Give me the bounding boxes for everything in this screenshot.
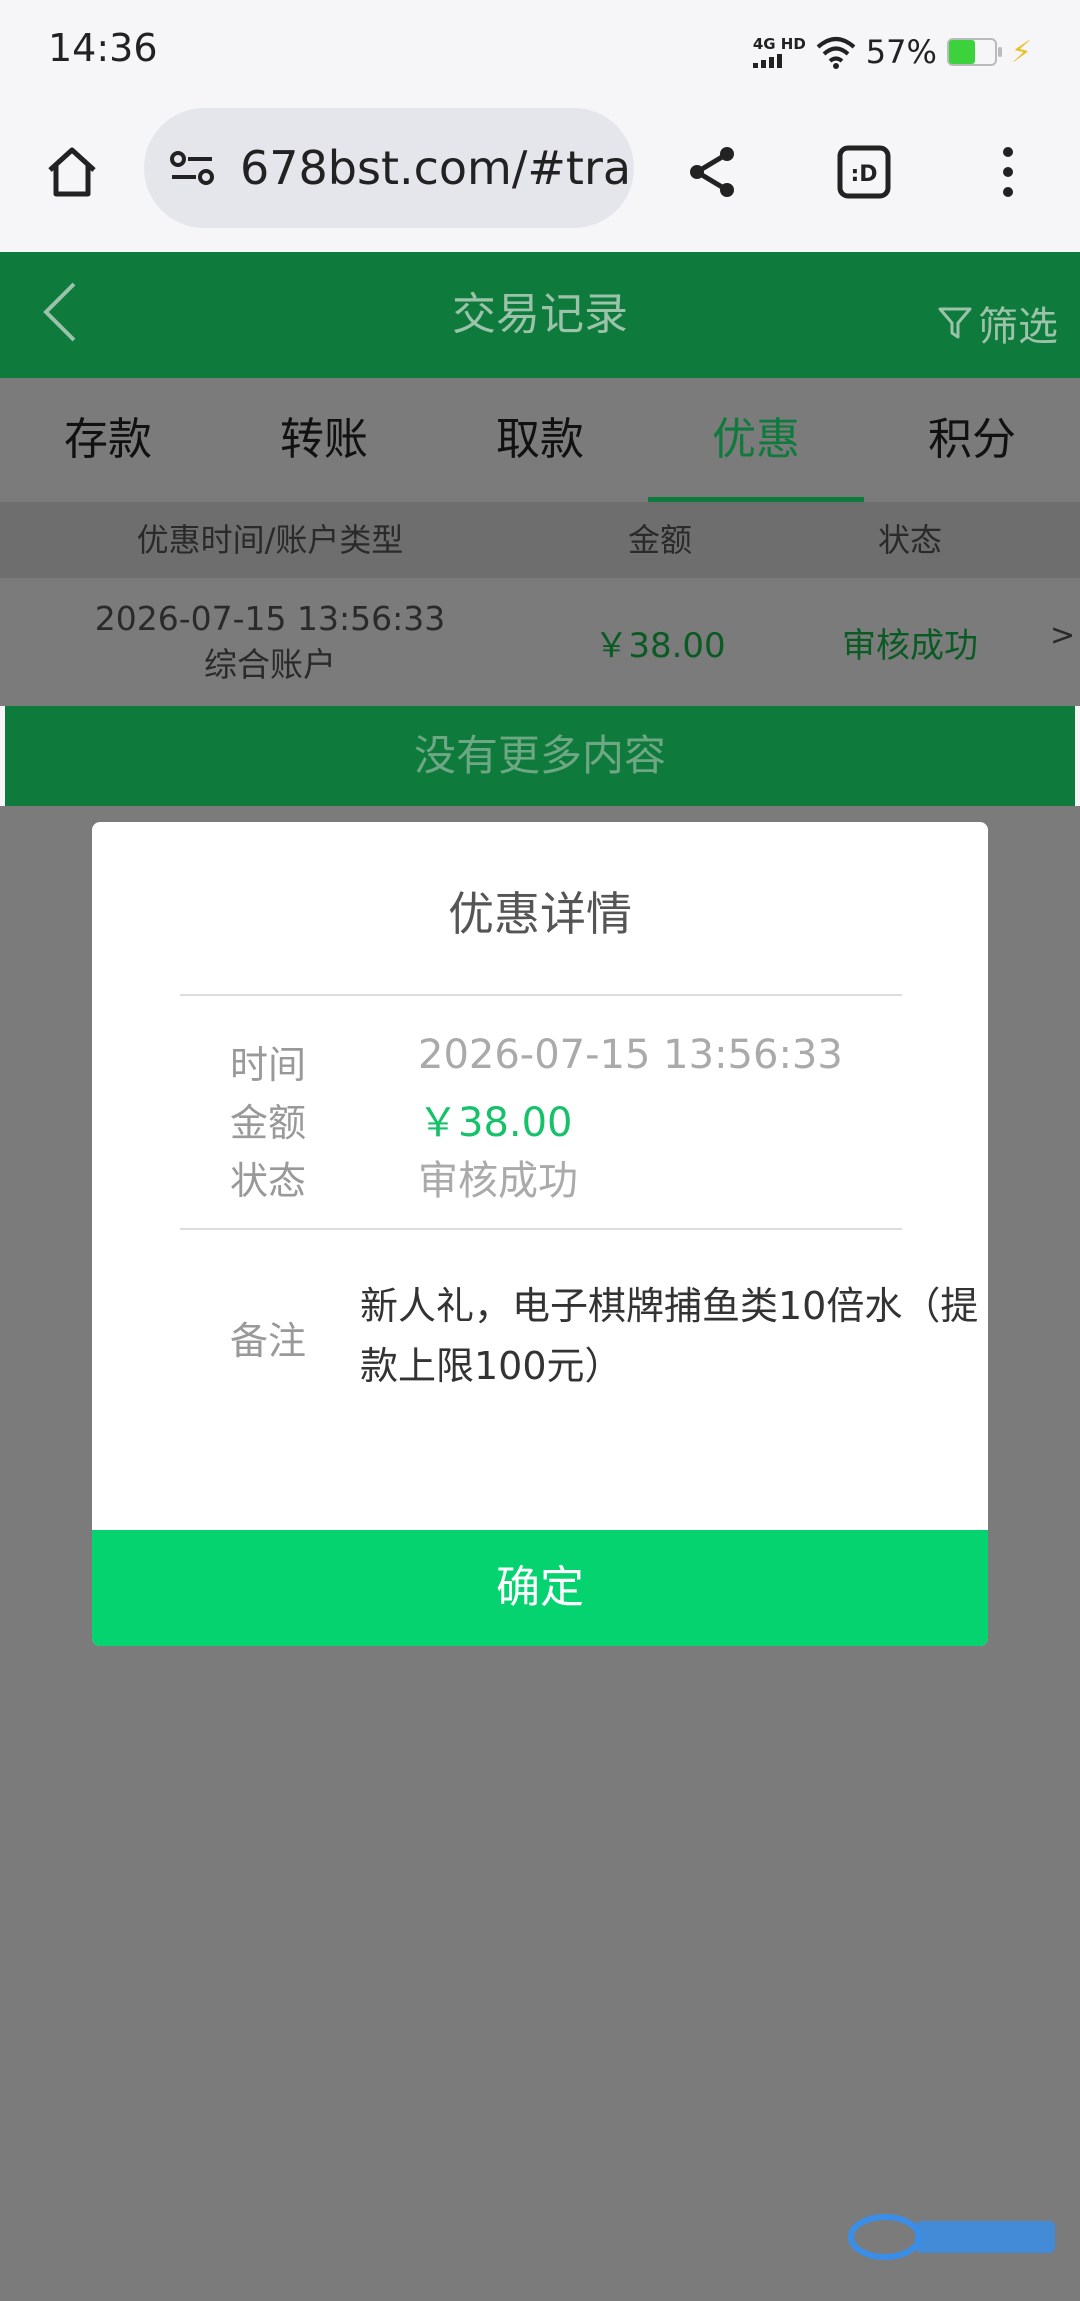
svg-text::D: :D xyxy=(850,162,877,187)
tab-deposit[interactable]: 存款 xyxy=(0,378,216,502)
column-header-time: 优惠时间/账户类型 xyxy=(136,521,404,559)
url-text: 678bst.com/#trar xyxy=(240,141,634,195)
network-type-label: 4G HD xyxy=(752,34,806,53)
filter-button[interactable]: 筛选 xyxy=(938,294,1058,352)
row-datetime-cell: 2026-07-15 13:56:33 综合账户 xyxy=(60,596,480,688)
table-row[interactable]: 2026-07-15 13:56:33 综合账户 ￥38.00 审核成功 > xyxy=(0,578,1080,706)
tabs-switcher-icon[interactable]: :D xyxy=(828,136,900,208)
confirm-button[interactable]: 确定 xyxy=(92,1530,988,1646)
dialog-title: 优惠详情 xyxy=(448,887,632,941)
chevron-right-icon: > xyxy=(1050,618,1076,653)
wifi-icon xyxy=(816,37,856,69)
home-icon[interactable] xyxy=(36,136,108,208)
amount-value: ￥38.00 xyxy=(418,1100,573,1146)
divider xyxy=(180,994,902,996)
share-icon[interactable] xyxy=(677,136,749,208)
watermark-logo xyxy=(840,2200,1070,2270)
row-amount: ￥38.00 xyxy=(594,626,726,666)
status-time: 14:36 xyxy=(48,26,158,70)
tab-promotion[interactable]: 优惠 xyxy=(648,378,864,502)
browser-toolbar: 678bst.com/#trar :D xyxy=(0,100,1080,254)
time-value: 2026-07-15 13:56:33 xyxy=(418,1032,843,1078)
row-datetime: 2026-07-15 13:56:33 xyxy=(94,599,446,638)
app-header: 交易记录 筛选 xyxy=(0,252,1080,378)
row-status: 审核成功 xyxy=(842,626,978,666)
status-bar: 14:36 4G HD 57% ⚡ xyxy=(0,0,1080,100)
divider xyxy=(180,1228,902,1230)
tab-withdraw[interactable]: 取款 xyxy=(432,378,648,502)
status-label: 状态 xyxy=(230,1159,307,1203)
time-label: 时间 xyxy=(230,1043,307,1087)
table-header: 优惠时间/账户类型 金额 状态 xyxy=(0,502,1080,578)
cellular-signal-icon: 4G HD xyxy=(752,34,806,68)
community-logo-icon xyxy=(848,2214,1055,2260)
tab-transfer[interactable]: 转账 xyxy=(216,378,432,502)
tab-points[interactable]: 积分 xyxy=(864,378,1080,502)
page-title: 交易记录 xyxy=(452,289,628,340)
battery-icon xyxy=(946,38,1002,66)
note-value: 新人礼，电子棋牌捕鱼类10倍水（提款上限100元） xyxy=(360,1284,979,1388)
battery-percent: 57% xyxy=(865,33,937,71)
note-label: 备注 xyxy=(230,1319,307,1363)
promotion-detail-dialog: 优惠详情 时间 2026-07-15 13:56:33 金额 ￥38.00 状态… xyxy=(92,822,988,1646)
amount-label: 金额 xyxy=(230,1101,307,1145)
more-menu-icon[interactable] xyxy=(972,136,1044,208)
filter-label: 筛选 xyxy=(978,304,1058,350)
row-account-type: 综合账户 xyxy=(204,645,336,684)
tab-bar: 存款 转账 取款 优惠 积分 xyxy=(0,378,1080,502)
status-value: 审核成功 xyxy=(418,1158,578,1204)
address-bar[interactable]: 678bst.com/#trar xyxy=(144,108,634,228)
charging-icon: ⚡ xyxy=(1010,34,1032,70)
column-header-amount: 金额 xyxy=(627,521,692,559)
no-more-content-bar: 没有更多内容 xyxy=(5,706,1075,806)
filter-icon xyxy=(938,307,972,339)
site-settings-icon[interactable] xyxy=(168,148,216,188)
column-header-status: 状态 xyxy=(877,521,942,559)
back-arrow-icon xyxy=(43,282,76,342)
status-icons: 4G HD 57% ⚡ xyxy=(752,30,1032,74)
back-button[interactable] xyxy=(30,276,102,348)
